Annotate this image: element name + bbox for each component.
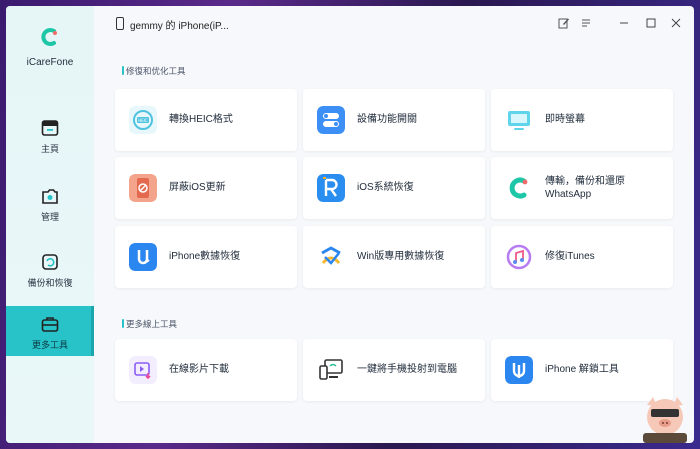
screen-mirror-icon (319, 359, 343, 380)
card-online-video-download[interactable]: 在線影片下載 (115, 339, 297, 401)
whatsapp-transfer-icon (509, 177, 528, 199)
card-live-screen[interactable]: 即時螢幕 (491, 89, 673, 151)
card-label: 設備功能開關 (357, 114, 417, 126)
feedback-edit-icon[interactable] (558, 17, 570, 29)
sidebar-item-label: 備份和恢復 (27, 278, 73, 288)
section-title-online: 更多線上工具 (126, 319, 178, 329)
sidebar-item-label: 管理 (40, 212, 59, 222)
card-repair-itunes[interactable]: 修復iTunes (491, 226, 673, 288)
card-label: iPhone數據恢復 (169, 251, 241, 263)
device-name[interactable]: gemmy 的 iPhone(iP... (130, 17, 229, 32)
backup-restore-icon (42, 254, 58, 270)
video-download-icon (129, 356, 157, 384)
sidebar-item-manage[interactable]: 管理 (6, 178, 94, 226)
card-label: 轉換HEIC格式 (169, 114, 233, 126)
menu-icon[interactable] (580, 17, 592, 29)
card-label: 在線影片下載 (169, 364, 229, 376)
card-label: 傳輸，備份和還原 WhatsApp (545, 157, 625, 219)
sidebar-item-more-tools[interactable]: 更多工具 (6, 306, 94, 356)
sidebar-item-label: 主頁 (40, 144, 59, 154)
card-device-switches[interactable]: 設備功能開關 (303, 89, 485, 151)
card-convert-heic[interactable]: HEIC 轉換HEIC格式 (115, 89, 297, 151)
card-whatsapp-transfer[interactable]: 傳輸，備份和還原 WhatsApp (491, 157, 673, 219)
block-update-icon (129, 174, 157, 202)
reiboot-icon (317, 174, 345, 202)
card-label: 屏蔽iOS更新 (169, 182, 226, 194)
card-label: Win版專用數據恢復 (357, 251, 445, 263)
card-iphone-unlock[interactable]: iPhone 解鎖工具 (491, 339, 673, 401)
card-label-line1: 傳輸，備份和還原 (545, 175, 625, 187)
pig-mascot-watermark-icon (643, 397, 687, 443)
card-label: 修復iTunes (545, 251, 595, 263)
sidebar-item-label: 更多工具 (31, 340, 68, 350)
sidebar-item-backup-restore[interactable]: 備份和恢復 (6, 244, 94, 292)
section-title-repair: 修復和优化工具 (126, 66, 186, 76)
home-icon (41, 120, 59, 136)
ultdata-icon (129, 243, 157, 271)
card-label: 一鍵將手機投射到電腦 (357, 364, 457, 376)
card-label: iPhone 解鎖工具 (545, 364, 619, 376)
itunes-icon (506, 244, 532, 270)
card-win-data-recovery[interactable]: Win版專用數據恢復 (303, 226, 485, 288)
close-icon[interactable] (670, 17, 682, 29)
card-label-line2: WhatsApp (545, 189, 592, 200)
section-accent-bar (122, 66, 124, 75)
manage-icon (42, 189, 58, 204)
card-iphone-data-recovery[interactable]: iPhone數據恢復 (115, 226, 297, 288)
toggle-switch-icon (317, 106, 345, 134)
svg-text:HEIC: HEIC (138, 118, 148, 123)
card-phone-mirror[interactable]: 一鍵將手機投射到電腦 (303, 339, 485, 401)
monitor-icon (508, 111, 530, 130)
app-name: iCareFone (26, 57, 74, 68)
icarefone-logo-icon (41, 28, 57, 46)
ultfone-unlock-icon (505, 356, 533, 384)
sidebar-item-home[interactable]: 主頁 (6, 110, 94, 158)
minimize-icon[interactable] (618, 17, 630, 29)
card-label: iOS系統恢復 (357, 182, 414, 194)
heic-convert-icon: HEIC (129, 106, 157, 134)
card-ios-system-repair[interactable]: iOS系統恢復 (303, 157, 485, 219)
win-recovery-icon (321, 246, 341, 265)
app-window: iCareFone 主頁 管理 備份和恢復 更多工具 gemmy 的 iPhon… (6, 6, 694, 443)
card-block-ios-update[interactable]: 屏蔽iOS更新 (115, 157, 297, 219)
iphone-icon (116, 17, 124, 30)
section-accent-bar (122, 319, 124, 328)
maximize-icon[interactable] (645, 17, 657, 29)
sidebar: iCareFone 主頁 管理 備份和恢復 更多工具 (6, 6, 94, 443)
card-label: 即時螢幕 (545, 114, 585, 126)
toolbox-icon (41, 317, 59, 332)
title-bar: gemmy 的 iPhone(iP... (94, 6, 694, 40)
